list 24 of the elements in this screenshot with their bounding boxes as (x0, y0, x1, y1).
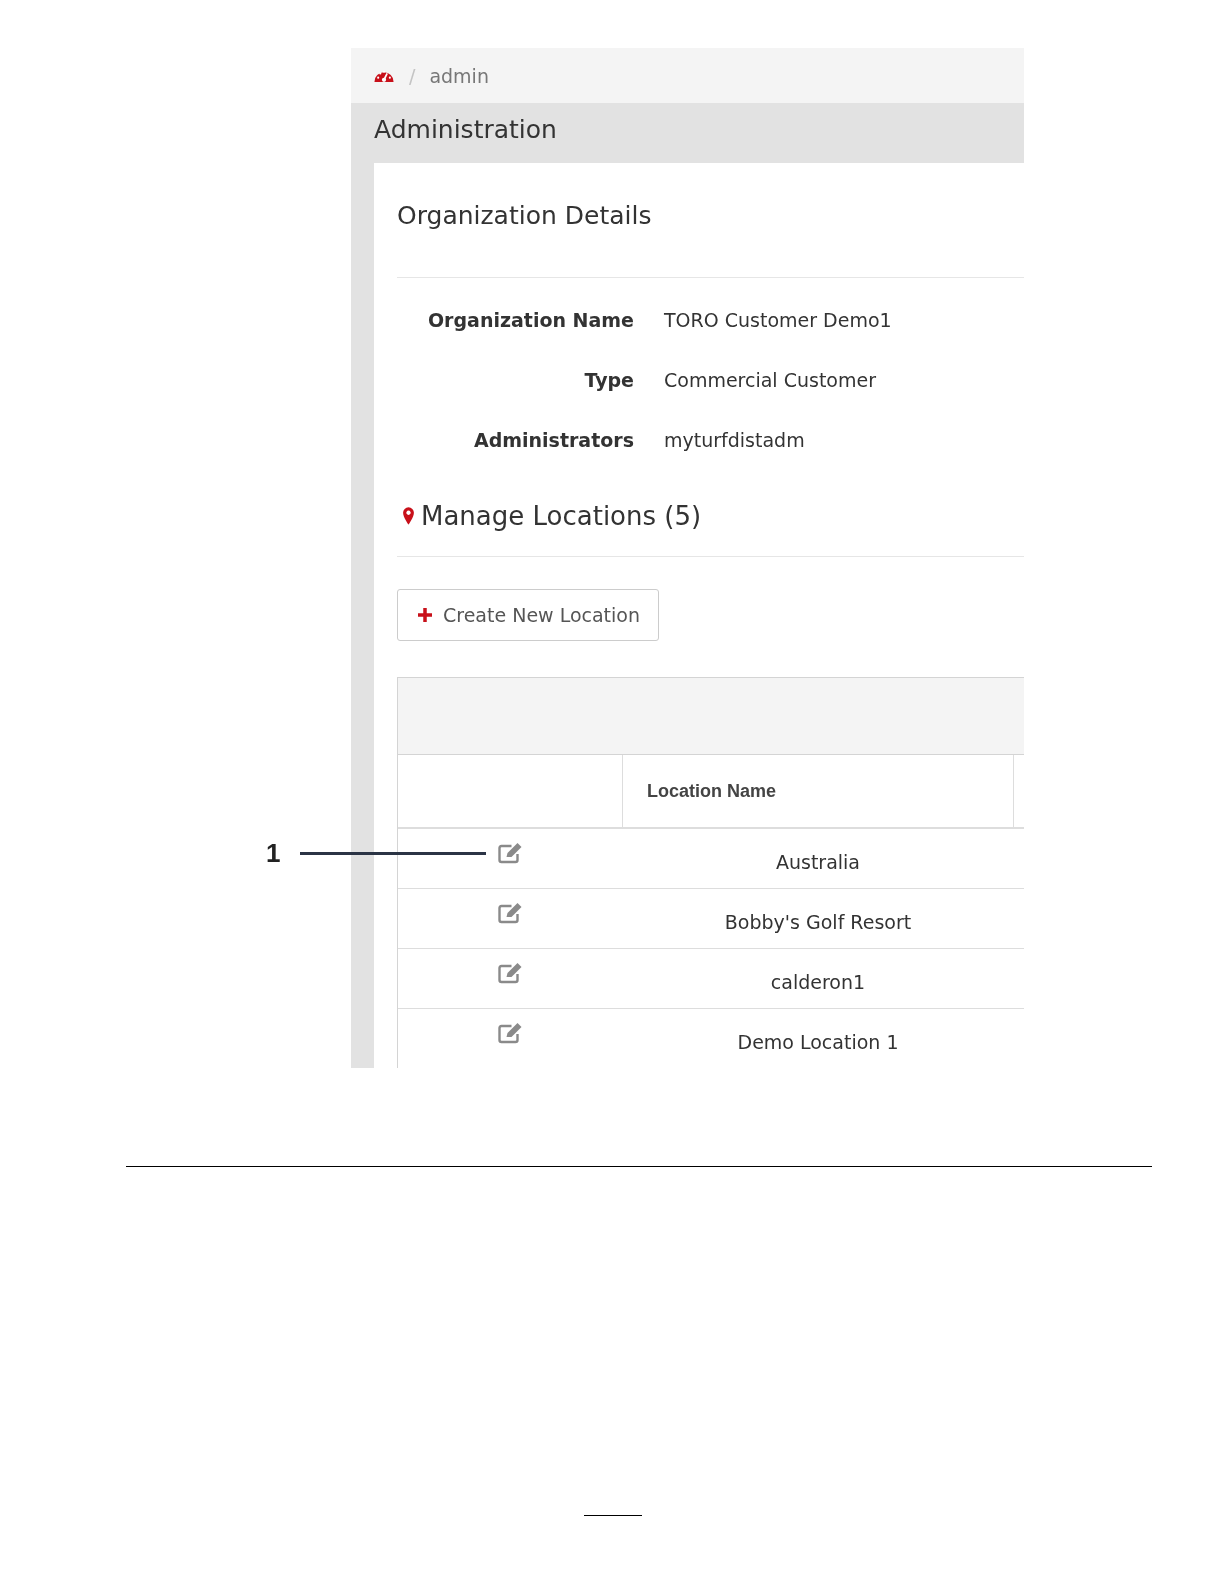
edit-icon[interactable] (497, 902, 524, 924)
map-pin-icon (402, 506, 415, 526)
detail-value: myturfdistadm (664, 428, 806, 452)
location-name-cell-text: Bobby's Golf Resort (723, 910, 913, 935)
card-title: Organization Details (397, 201, 653, 232)
plus-icon (418, 608, 432, 622)
edit-icon[interactable] (497, 962, 524, 984)
detail-label: Type (583, 368, 634, 392)
location-name-cell-text: Australia (774, 850, 861, 875)
column-header: Location Name (623, 755, 1014, 827)
section-heading: Manage Locations (5) (421, 501, 702, 531)
breadcrumb-item: admin (429, 64, 489, 87)
edit-icon[interactable] (497, 842, 524, 864)
detail-value: TORO Customer Demo1 (664, 308, 893, 332)
callout-number: 1 (266, 838, 281, 869)
location-name-cell-text: calderon1 (769, 970, 867, 995)
location-name-cell-text: Demo Location 1 (736, 1030, 900, 1055)
detail-value: Commercial Customer (664, 368, 877, 392)
create-location-button[interactable]: Create New Location (397, 589, 659, 641)
page-title: Administration (374, 115, 558, 146)
detail-label: Organization Name (426, 308, 634, 332)
detail-label: Administrators (472, 428, 634, 452)
edit-icon[interactable] (497, 1022, 524, 1044)
breadcrumb-separator: / (409, 64, 416, 87)
